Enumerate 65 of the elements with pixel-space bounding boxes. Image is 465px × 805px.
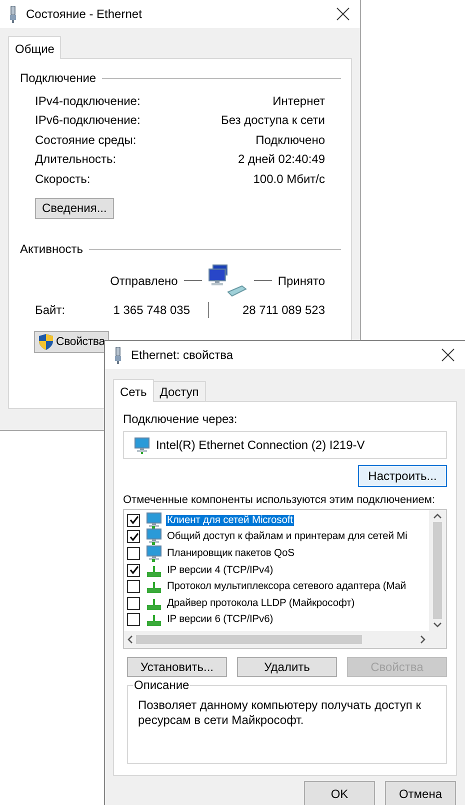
field-value: Подключено	[256, 132, 325, 147]
list-item[interactable]: Клиент для сетей Microsoft	[166, 514, 294, 526]
checkbox[interactable]	[127, 530, 140, 544]
configure-button[interactable]: Настроить...	[358, 465, 447, 487]
bytes-sent: 1 365 748 035	[112, 302, 190, 316]
details-button[interactable]: Сведения...	[35, 198, 114, 218]
list-item[interactable]: Общий доступ к файлам и принтерам для сетей Mi	[166, 531, 408, 542]
action-button[interactable]: Удалить	[237, 657, 337, 677]
properties-button[interactable]: Свойства	[34, 330, 109, 352]
network-adapter-icon	[134, 436, 150, 454]
check-icon	[128, 515, 138, 526]
list-item[interactable]: Драйвер протокола LLDP (Майкрософт)	[166, 598, 356, 609]
dialog-button[interactable]: OK	[304, 781, 375, 805]
section-heading: Подключение	[20, 71, 96, 85]
field-label: Длительность:	[35, 152, 116, 166]
field-value: 100.0 Мбит/с	[253, 172, 325, 186]
plug-icon	[113, 346, 123, 364]
scroll-up-icon[interactable]	[433, 513, 442, 519]
plug-icon	[8, 6, 18, 22]
bytes-received: 28 711 089 523	[241, 302, 325, 316]
tab[interactable]: Доступ	[152, 381, 206, 401]
check-icon	[128, 565, 138, 576]
scroll-left-icon[interactable]	[127, 635, 133, 644]
window-title: Состояние - Ethernet	[26, 7, 143, 21]
field-label: Состояние среды:	[35, 132, 136, 147]
field-label: Скорость:	[35, 172, 90, 186]
description-text: Позволяет данному компьютеру получать доступ к ресурсам в сети Майкрософт.	[138, 698, 422, 728]
dialog-button[interactable]: Отмена	[385, 781, 456, 805]
check-icon	[128, 532, 138, 542]
checkbox[interactable]	[127, 514, 140, 527]
sent-label: Отправлено	[110, 274, 178, 288]
checkbox[interactable]	[127, 596, 140, 610]
received-label: Принято	[278, 274, 325, 288]
field-label: IPv6-подключение:	[35, 113, 140, 128]
adapter-field: Intel(R) Ethernet Connection (2) I219-V	[123, 431, 447, 459]
bytes-label: Байт:	[35, 302, 66, 316]
window-title: Ethernet: свойства	[131, 348, 234, 362]
field-label: IPv4-подключение:	[35, 94, 140, 108]
group-heading: Описание	[133, 678, 190, 692]
list-item[interactable]: IP версии 6 (TCP/IPv6)	[166, 614, 274, 626]
scroll-right-icon[interactable]	[420, 635, 426, 644]
action-button[interactable]: Установить...	[127, 657, 227, 677]
field-value: 2 дней 02:40:49	[238, 152, 325, 166]
network-client-icon	[145, 512, 163, 529]
shield-icon	[38, 332, 54, 350]
checkbox[interactable]	[127, 580, 140, 594]
field-label: Подключение через:	[123, 412, 238, 426]
field-value: Без доступа к сети	[221, 113, 325, 128]
network-computers-icon	[208, 262, 248, 300]
scroll-down-icon[interactable]	[433, 622, 442, 628]
close-icon[interactable]	[336, 7, 350, 21]
list-item[interactable]: Планировщик пакетов QoS	[166, 548, 296, 559]
close-icon[interactable]	[441, 348, 455, 362]
checkbox[interactable]	[127, 613, 140, 626]
checkbox[interactable]	[127, 546, 140, 560]
network-client-icon	[145, 544, 163, 562]
list-item[interactable]: IP версии 4 (TCP/IPv4)	[166, 564, 274, 576]
tab[interactable]: Общие	[8, 36, 62, 59]
list-item[interactable]: Протокол мультиплексора сетевого адаптера (Май	[166, 581, 408, 592]
tab[interactable]: Сеть	[113, 379, 154, 402]
field-label: Отмеченные компоненты используются этим подключением:	[123, 494, 436, 506]
field-value: Интернет	[272, 94, 325, 108]
checkbox[interactable]	[127, 564, 140, 577]
section-heading: Активность	[20, 242, 84, 256]
network-client-icon	[145, 528, 163, 546]
